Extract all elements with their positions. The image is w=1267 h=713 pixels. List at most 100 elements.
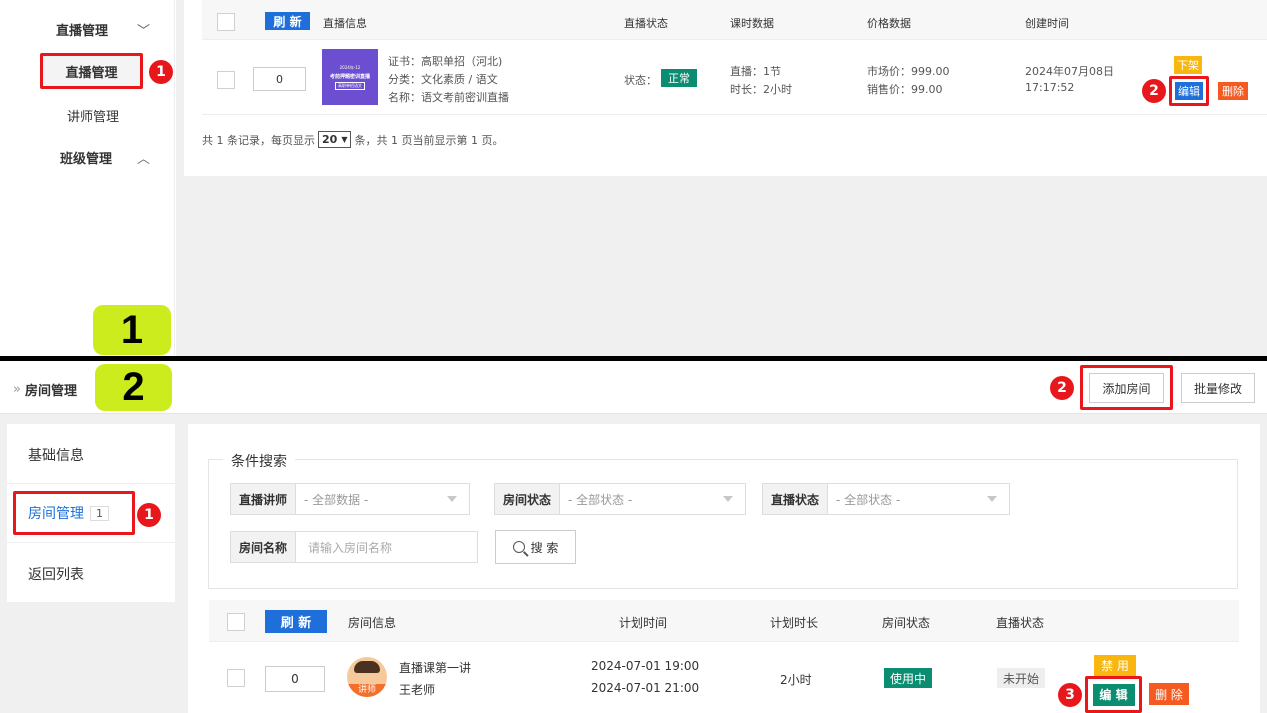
delete-button[interactable]: 删除 — [1218, 82, 1248, 100]
created-time: 17:17:52 — [1025, 81, 1075, 94]
edit-highlight: 编 辑 — [1085, 676, 1142, 713]
col-header-planned-duration: 计划时长 — [770, 616, 819, 630]
planned-start: 2024-07-01 19:00 — [591, 659, 700, 673]
bottom-topbar: » 房间管理 2 2 添加房间 批量修改 — [0, 361, 1267, 414]
step-marker-3: 3 — [1058, 683, 1082, 707]
sidebar-item-class-management[interactable]: 班级管理 — [60, 148, 112, 167]
market-price: 市场价：999.00 — [867, 65, 950, 78]
search-button[interactable]: 搜 索 — [495, 530, 576, 564]
sidebar-separator — [7, 542, 175, 543]
planned-duration: 2小时 — [780, 673, 812, 687]
top-table-header: 刷 新 直播信息 直播状态 课时数据 价格数据 创建时间 — [202, 0, 1267, 40]
live-status-select[interactable]: 直播状态 - 全部状态 - — [762, 483, 1010, 515]
sidebar-item-live-management[interactable]: 直播管理 — [56, 20, 108, 39]
select-all-checkbox[interactable] — [227, 613, 245, 631]
sidebar-item-back-to-list[interactable]: 返回列表 — [28, 564, 84, 584]
search-card: 条件搜索 直播讲师 - 全部数据 - 房间状态 - 全部状态 - 直播状态 - … — [188, 424, 1260, 598]
top-table-card: 刷 新 直播信息 直播状态 课时数据 价格数据 创建时间 0 2024年-12 … — [184, 0, 1267, 176]
sidebar-separator — [7, 483, 175, 484]
search-fieldset — [208, 459, 1238, 589]
room-status-select[interactable]: 房间状态 - 全部状态 - — [494, 483, 746, 515]
step-marker-2: 2 — [1050, 376, 1074, 400]
col-header-lesson-data: 课时数据 — [730, 17, 774, 30]
step-marker-2: 2 — [1142, 79, 1166, 103]
room-status-badge: 使用中 — [884, 668, 932, 688]
created-date: 2024年07月08日 — [1025, 65, 1114, 78]
breadcrumb-arrow-icon: » — [13, 382, 21, 397]
course-name: 名称：语文考前密训直播 — [388, 91, 509, 104]
col-header-live-info: 直播信息 — [323, 17, 367, 30]
room-count-badge: 1 — [90, 505, 109, 521]
col-header-price-data: 价格数据 — [867, 17, 911, 30]
room-title: 直播课第一讲 — [399, 661, 472, 675]
planned-end: 2024-07-01 21:00 — [591, 681, 700, 695]
edit-highlight: 编辑 — [1169, 76, 1209, 106]
col-header-live-status: 直播状态 — [996, 616, 1045, 630]
add-room-button[interactable]: 添加房间 — [1089, 373, 1164, 403]
batch-edit-button[interactable]: 批量修改 — [1181, 373, 1255, 403]
course-category: 分类：文化素质 / 语文 — [388, 73, 498, 86]
sale-price: 销售价：99.00 — [867, 83, 943, 96]
avatar: 讲师 — [347, 657, 387, 697]
sidebar-item-room-management[interactable]: 房间管理 1 — [13, 491, 135, 535]
col-header-created: 创建时间 — [1025, 17, 1069, 30]
col-header-room-status: 房间状态 — [882, 616, 931, 630]
room-name-field[interactable]: 房间名称 请输入房间名称 — [230, 531, 478, 563]
col-header-live-status: 直播状态 — [624, 17, 668, 30]
off-shelf-button[interactable]: 下架 — [1174, 56, 1202, 74]
bottom-sidebar: 基础信息 房间管理 1 1 返回列表 — [7, 424, 175, 602]
order-input[interactable]: 0 — [265, 666, 325, 692]
edit-button[interactable]: 编 辑 — [1092, 683, 1135, 706]
step-marker-1: 1 — [149, 60, 173, 84]
course-cert: 证书：高职单招（河北) — [388, 55, 503, 68]
chevron-down-icon — [447, 496, 457, 502]
breadcrumb: » 房间管理 — [13, 380, 77, 399]
pagination-info: 共 1 条记录，每页显示 20 ▼ 条，共 1 页当前显示第 1 页。 — [202, 131, 504, 148]
panel-label-2: 2 — [95, 364, 172, 411]
refresh-button[interactable]: 刷 新 — [265, 610, 327, 633]
row-checkbox[interactable] — [227, 669, 245, 687]
delete-button[interactable]: 删 除 — [1149, 683, 1189, 705]
sidebar-item-live-management-sub[interactable]: 直播管理 — [40, 53, 143, 89]
teacher-select[interactable]: 直播讲师 - 全部数据 - — [230, 483, 470, 515]
status-badge: 正常 — [661, 69, 697, 87]
thumb-top-text: 2024年-12 — [339, 64, 361, 70]
thumb-mid-text: 考前押题密训直播 — [329, 73, 370, 80]
lesson-duration: 时长：2小时 — [730, 83, 792, 96]
table-row: 0 讲师 直播课第一讲 王老师 2024-07-01 19:00 2024-07… — [209, 643, 1239, 713]
select-all-checkbox[interactable] — [217, 13, 235, 31]
panel-label-1: 1 — [93, 305, 171, 355]
disable-button[interactable]: 禁 用 — [1094, 655, 1136, 676]
room-name-input[interactable]: 请输入房间名称 — [308, 539, 392, 556]
chevron-up-icon[interactable]: ︿ — [137, 148, 150, 167]
live-status-badge: 未开始 — [997, 668, 1045, 688]
refresh-button[interactable]: 刷 新 — [265, 12, 310, 30]
table-row: 0 2024年-12 考前押题密训直播 高职单招语文 证书：高职单招（河北) 分… — [202, 41, 1267, 115]
breadcrumb-current: 房间管理 — [24, 384, 77, 399]
edit-button[interactable]: 编辑 — [1175, 82, 1203, 100]
room-table-header: 刷 新 房间信息 计划时间 计划时长 房间状态 直播状态 — [209, 600, 1239, 642]
search-legend: 条件搜索 — [223, 451, 295, 471]
top-panel: 直播管理 ﹀ 直播管理 1 讲师管理 班级管理 ︿ 1 刷 新 直播信息 直播状… — [0, 0, 1267, 356]
chevron-down-icon — [987, 496, 997, 502]
page-size-select[interactable]: 20 ▼ — [318, 131, 352, 148]
lesson-count: 直播：1节 — [730, 65, 781, 78]
row-checkbox[interactable] — [217, 71, 235, 89]
col-header-planned-time: 计划时间 — [619, 616, 668, 630]
room-teacher: 王老师 — [399, 683, 436, 697]
sidebar-item-basic-info[interactable]: 基础信息 — [28, 445, 84, 465]
chevron-down-icon: ▼ — [341, 135, 348, 144]
thumb-bot-text: 高职单招语文 — [335, 81, 365, 90]
order-input[interactable]: 0 — [253, 67, 306, 91]
top-main: 刷 新 直播信息 直播状态 课时数据 价格数据 创建时间 0 2024年-12 … — [176, 0, 1267, 356]
chevron-down-icon[interactable]: ﹀ — [137, 20, 150, 39]
sidebar-item-teacher-management[interactable]: 讲师管理 — [67, 106, 119, 125]
chevron-down-icon — [723, 496, 733, 502]
avatar-tag: 讲师 — [347, 684, 387, 697]
room-table: 刷 新 房间信息 计划时间 计划时长 房间状态 直播状态 0 讲师 直播课第一讲… — [188, 598, 1260, 713]
bottom-panel: » 房间管理 2 2 添加房间 批量修改 基础信息 房间管理 1 1 返回列表 … — [0, 361, 1267, 713]
status-label: 状态： — [624, 74, 657, 87]
top-sidebar: 直播管理 ﹀ 直播管理 1 讲师管理 班级管理 ︿ 1 — [0, 0, 175, 356]
step-marker-1: 1 — [137, 503, 161, 527]
col-header-room-info: 房间信息 — [348, 616, 397, 630]
